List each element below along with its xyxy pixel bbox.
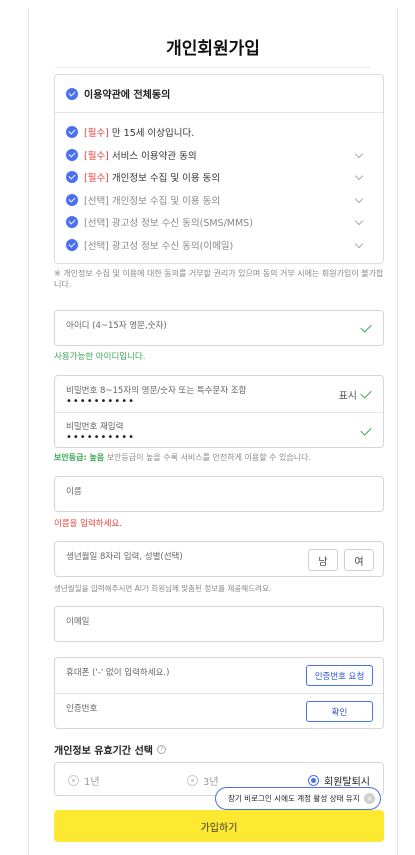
terms-agree-all-label: 이용약관에 전체동의 bbox=[84, 90, 171, 101]
terms-agree-all[interactable]: 이용약관에 전체동의 bbox=[55, 75, 383, 113]
name-field-label: 이름 bbox=[66, 487, 82, 497]
term-label: 서비스 이용약관 동의 bbox=[111, 151, 197, 162]
gender-male-button[interactable]: 남 bbox=[308, 549, 338, 571]
password-strength: 보안등급: 높음 보안등급이 높을 수록 서비스를 안전하게 이용할 수 있습니… bbox=[54, 452, 311, 463]
check-icon bbox=[360, 387, 372, 399]
password-confirm-input[interactable]: •••••••••• bbox=[66, 432, 135, 443]
term-label: 만 15세 이상입니다. bbox=[111, 128, 195, 139]
divider bbox=[55, 693, 383, 694]
email-field[interactable]: 이메일 bbox=[54, 606, 384, 642]
check-circle-icon bbox=[66, 171, 78, 183]
gender-female-button[interactable]: 여 bbox=[344, 549, 374, 571]
period-option-label: 3년 bbox=[203, 777, 219, 788]
password-input[interactable]: •••••••••• bbox=[66, 396, 135, 407]
chevron-down-icon[interactable] bbox=[354, 194, 364, 204]
period-tooltip: 장기 비로그인 시에도 계정 활성 상태 유지 × bbox=[215, 787, 381, 810]
term-item-privacy-optional[interactable]: [선택] 개인정보 수집 및 이용 동의 bbox=[66, 192, 372, 208]
id-field[interactable]: 아이디 (4~15자 영문,숫자) bbox=[54, 310, 384, 346]
id-helper: 사용가능한 아이디입니다. bbox=[54, 352, 146, 362]
term-item-age[interactable]: [필수] 만 15세 이상입니다. bbox=[66, 124, 372, 140]
term-item-ad-sms[interactable]: [선택] 광고성 정보 수신 동의(SMS/MMS) bbox=[66, 214, 372, 230]
term-item-service[interactable]: [필수] 서비스 이용약관 동의 bbox=[66, 147, 372, 163]
check-icon bbox=[360, 321, 372, 333]
period-title: 개인정보 유효기간 선택 ? bbox=[54, 742, 166, 757]
term-label: 광고성 정보 수신 동의(SMS/MMS) bbox=[111, 218, 253, 229]
radio-icon bbox=[187, 775, 198, 786]
term-label: 개인정보 수집 및 이용 동의 bbox=[111, 196, 221, 207]
term-tag: [필수] bbox=[84, 151, 109, 162]
period-title-label: 개인정보 유효기간 선택 bbox=[54, 746, 153, 757]
password-label: 비밀번호 8~15자의 영문/숫자 또는 특수문자 조합 bbox=[66, 386, 247, 396]
help-icon[interactable]: ? bbox=[156, 745, 166, 754]
birth-field-label: 생년월일 8자리 입력, 성별(선택) bbox=[66, 552, 183, 562]
password-strength-label: 보안등급: 높음 bbox=[54, 453, 105, 462]
period-option-label: 1년 bbox=[84, 777, 100, 788]
period-option-withdrawal[interactable]: 회원탈퇴시 bbox=[308, 773, 370, 788]
chevron-down-icon[interactable] bbox=[354, 149, 364, 159]
radio-icon bbox=[68, 775, 79, 786]
term-tag: [필수] bbox=[84, 173, 109, 184]
birth-helper: 생년월일을 입력해주시면 AI가 회원님께 맞춤된 정보를 제공해드려요. bbox=[54, 584, 272, 593]
id-field-label: 아이디 (4~15자 영문,숫자) bbox=[66, 321, 167, 331]
term-tag: [선택] bbox=[84, 218, 109, 229]
terms-box: 이용약관에 전체동의 [필수] 만 15세 이상입니다. [필수] 서비스 이용… bbox=[54, 74, 384, 264]
term-item-ad-email[interactable]: [선택] 광고성 정보 수신 동의(이메일) bbox=[66, 237, 372, 253]
check-circle-icon bbox=[66, 149, 78, 161]
phone-group: 휴대폰 ('-' 없이 입력하세요.) 인증번호 요청 인증번호 확인 bbox=[54, 657, 384, 729]
check-circle-icon bbox=[66, 239, 78, 251]
period-option-label: 회원탈퇴시 bbox=[324, 777, 370, 788]
term-tag: [필수] bbox=[84, 128, 109, 139]
submit-button[interactable]: 가입하기 bbox=[54, 810, 384, 842]
period-option-3y[interactable]: 3년 bbox=[187, 773, 219, 788]
title-divider bbox=[55, 67, 371, 68]
password-show-toggle[interactable]: 표시 bbox=[339, 387, 357, 402]
birth-field[interactable]: 생년월일 8자리 입력, 성별(선택) 남 여 bbox=[54, 541, 384, 577]
page-title: 개인회원가입 bbox=[166, 39, 260, 59]
check-circle-icon bbox=[66, 126, 78, 138]
check-circle-icon bbox=[66, 216, 78, 228]
term-label: 광고성 정보 수신 동의(이메일) bbox=[111, 241, 234, 252]
code-label[interactable]: 인증번호 bbox=[66, 702, 97, 714]
password-confirm-label: 비밀번호 재입력 bbox=[66, 422, 124, 432]
term-tag: [선택] bbox=[84, 241, 109, 252]
request-code-button[interactable]: 인증번호 요청 bbox=[306, 665, 373, 686]
confirm-code-button[interactable]: 확인 bbox=[306, 701, 373, 722]
password-strength-desc: 보안등급이 높을 수록 서비스를 안전하게 이용할 수 있습니다. bbox=[104, 453, 312, 462]
check-circle-icon bbox=[66, 87, 78, 100]
check-circle-icon bbox=[66, 194, 78, 206]
check-icon bbox=[360, 424, 372, 436]
close-icon[interactable]: × bbox=[364, 793, 375, 804]
email-field-label: 이메일 bbox=[66, 617, 90, 627]
chevron-down-icon[interactable] bbox=[354, 171, 364, 181]
divider bbox=[55, 412, 383, 413]
name-field[interactable]: 이름 bbox=[54, 476, 384, 512]
term-tag: [선택] bbox=[84, 196, 109, 207]
period-option-1y[interactable]: 1년 bbox=[68, 773, 100, 788]
term-item-privacy-required[interactable]: [필수] 개인정보 수집 및 이용 동의 bbox=[66, 169, 372, 185]
password-group: 비밀번호 8~15자의 영문/숫자 또는 특수문자 조합 •••••••••• … bbox=[54, 375, 384, 448]
chevron-down-icon[interactable] bbox=[354, 216, 364, 226]
period-tooltip-text: 장기 비로그인 시에도 계정 활성 상태 유지 bbox=[228, 794, 360, 803]
chevron-down-icon[interactable] bbox=[354, 239, 364, 249]
terms-notice: ※ 개인정보 수집 및 이용에 대한 동의를 거부할 권리가 있으며 동의 거부… bbox=[54, 269, 384, 289]
radio-selected-icon bbox=[308, 775, 319, 786]
phone-label[interactable]: 휴대폰 ('-' 없이 입력하세요.) bbox=[66, 666, 169, 678]
term-label: 개인정보 수집 및 이용 동의 bbox=[111, 173, 221, 184]
name-error: 이름을 입력하세요. bbox=[54, 519, 122, 529]
page: 개인회원가입 이용약관에 전체동의 [필수] 만 15세 이상입니다. [필수]… bbox=[0, 0, 415, 855]
